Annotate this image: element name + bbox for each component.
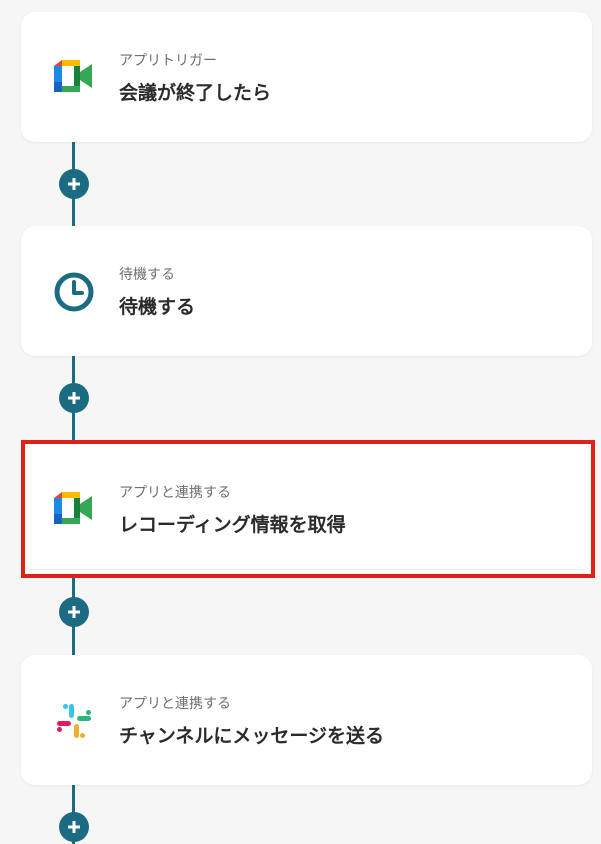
plus-icon <box>68 178 80 190</box>
plus-icon <box>68 821 80 833</box>
step-subtitle: アプリトリガー <box>119 53 217 69</box>
google-meet-icon <box>52 488 96 532</box>
step-title: 会議が終了したら <box>119 82 272 104</box>
plus-icon <box>68 392 80 404</box>
step-title: レコーディング情報を取得 <box>119 514 346 536</box>
clock-icon <box>52 270 96 314</box>
step-subtitle: 待機する <box>119 267 175 283</box>
step-title: 待機する <box>119 296 196 318</box>
workflow-canvas: アプリトリガー 会議が終了したら 待機する 待機する アプリと連携する レコーデ… <box>0 0 601 844</box>
plus-icon <box>68 606 80 618</box>
flow-step-get-recording[interactable]: アプリと連携する レコーディング情報を取得 <box>21 440 595 578</box>
slack-icon <box>52 699 96 743</box>
add-step-button[interactable] <box>59 597 89 627</box>
step-title: チャンネルにメッセージを送る <box>119 725 385 747</box>
add-step-button[interactable] <box>59 812 89 842</box>
card-divider <box>29 569 583 570</box>
step-subtitle: アプリと連携する <box>119 485 231 501</box>
flow-step-send-message[interactable]: アプリと連携する チャンネルにメッセージを送る <box>21 655 592 785</box>
add-step-button[interactable] <box>59 169 89 199</box>
step-subtitle: アプリと連携する <box>119 696 231 712</box>
flow-step-wait[interactable]: 待機する 待機する <box>21 226 592 356</box>
google-meet-icon <box>52 56 96 100</box>
add-step-button[interactable] <box>59 383 89 413</box>
flow-step-meeting-ended[interactable]: アプリトリガー 会議が終了したら <box>21 12 592 142</box>
